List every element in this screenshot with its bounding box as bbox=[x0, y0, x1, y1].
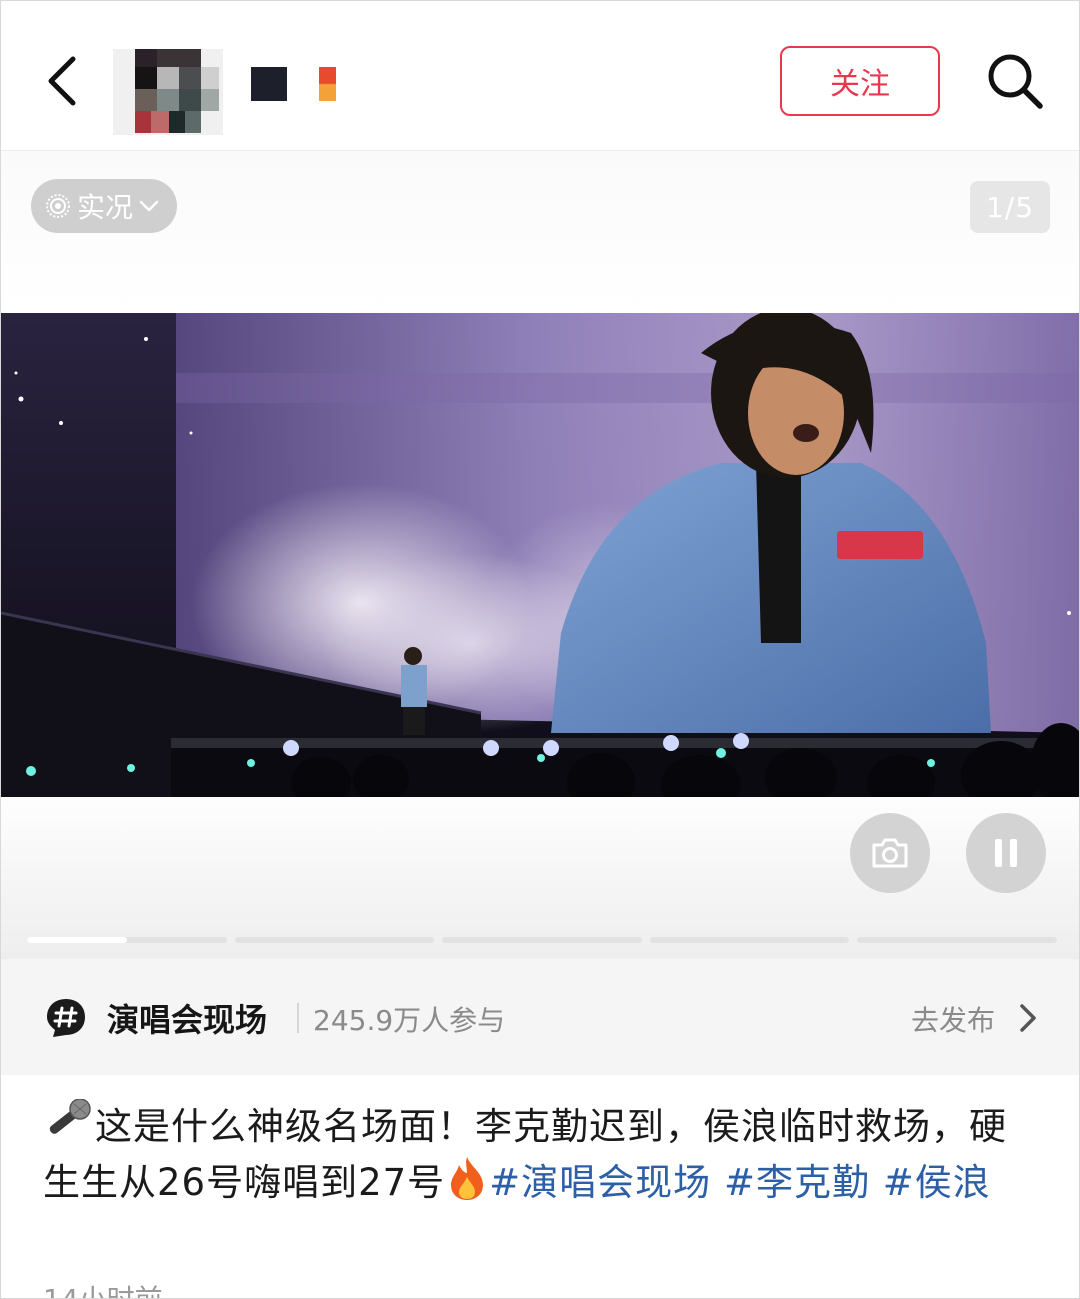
chevron-left-icon bbox=[48, 56, 76, 106]
pause-button[interactable] bbox=[966, 813, 1046, 893]
topic-name[interactable]: 演唱会现场 bbox=[107, 995, 267, 1041]
progress-segment bbox=[442, 937, 642, 943]
progress-segment bbox=[649, 937, 850, 943]
hashtag-link[interactable]: #李克勤 bbox=[724, 1161, 870, 1204]
hashtag-icon bbox=[47, 999, 85, 1037]
avatar[interactable] bbox=[113, 49, 223, 135]
topic-row[interactable]: 演唱会现场 245.9万人参与 去发布 bbox=[1, 959, 1079, 1075]
slide-progress bbox=[27, 937, 1057, 943]
fire-emoji bbox=[451, 1157, 484, 1200]
search-icon bbox=[988, 54, 1043, 109]
live-photo-icon bbox=[46, 194, 70, 218]
hashtag-link[interactable]: #侯浪 bbox=[883, 1161, 991, 1204]
post-time: 14小时前 bbox=[43, 1283, 163, 1298]
concert-photo[interactable] bbox=[1, 313, 1079, 797]
divider bbox=[297, 1003, 299, 1033]
topic-participants: 245.9万人参与 bbox=[313, 1004, 506, 1037]
chevron-down-icon bbox=[139, 200, 159, 212]
snapshot-button[interactable] bbox=[850, 813, 930, 893]
top-bar: 关注 bbox=[1, 1, 1079, 151]
hashtag-link[interactable]: #演唱会现场 bbox=[489, 1161, 711, 1204]
live-photo-toggle[interactable]: 实况 bbox=[31, 179, 177, 233]
nickname-redacted bbox=[251, 67, 287, 101]
search-button[interactable] bbox=[983, 49, 1047, 113]
nickname-accent bbox=[319, 67, 336, 101]
progress-segment bbox=[857, 937, 1057, 943]
page-indicator: 1/5 bbox=[970, 181, 1050, 233]
back-button[interactable] bbox=[37, 51, 89, 111]
live-label: 实况 bbox=[77, 191, 134, 224]
progress-fill bbox=[27, 937, 127, 943]
media-viewer[interactable]: 实况 1/5 bbox=[1, 151, 1079, 959]
chevron-right-icon[interactable] bbox=[1015, 1001, 1041, 1035]
publish-link[interactable]: 去发布 bbox=[911, 999, 995, 1039]
progress-segment bbox=[234, 937, 435, 943]
camera-icon bbox=[872, 838, 908, 868]
pause-icon bbox=[995, 839, 1017, 867]
app-screen: 关注 实况 1/5 演唱会现场 245.9万人参与 去发布 这是什么神级名场面！… bbox=[0, 0, 1080, 1299]
progress-segment bbox=[27, 937, 227, 943]
post-caption: 这是什么神级名场面！李克勤迟到，侯浪临时救场，硬生生从26号嗨唱到27号 #演唱… bbox=[43, 1099, 1043, 1211]
microphone-emoji bbox=[49, 1099, 91, 1134]
follow-button[interactable]: 关注 bbox=[780, 46, 940, 116]
